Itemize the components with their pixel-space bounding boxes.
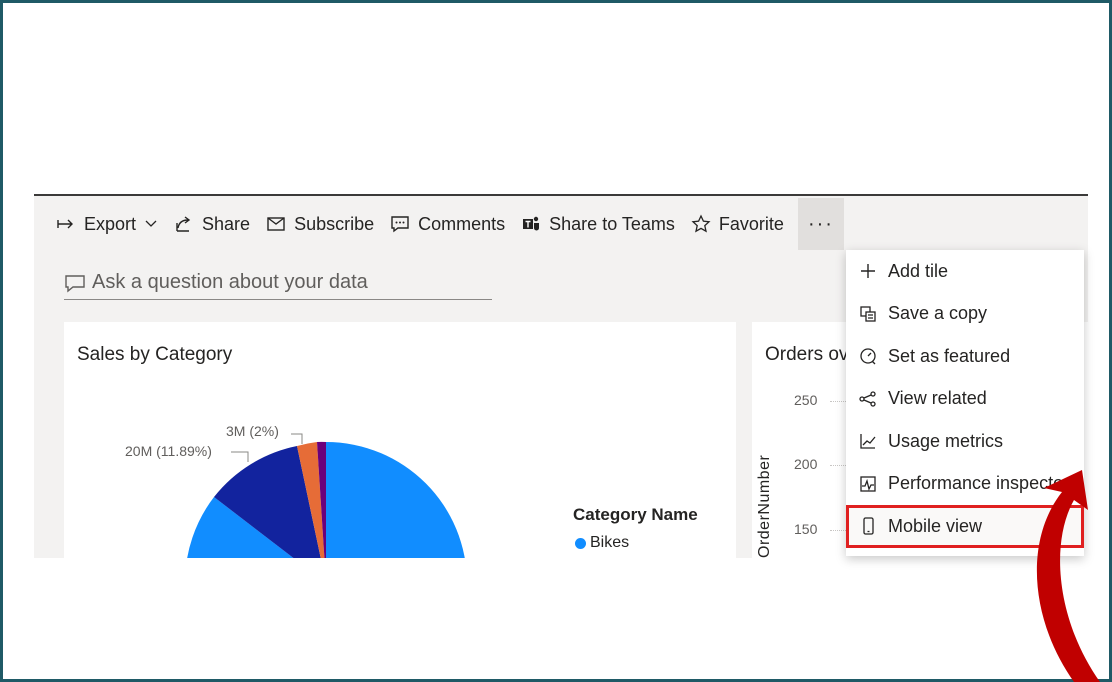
legend-item-bikes[interactable]: Bikes <box>575 534 629 552</box>
copy-icon <box>860 306 876 322</box>
share-teams-label: Share to Teams <box>549 213 675 234</box>
featured-icon <box>860 348 876 365</box>
y-tick-250: 250 <box>794 392 818 408</box>
menu-item-label: Mobile view <box>888 515 983 536</box>
share-label: Share <box>202 213 251 234</box>
menu-item-label: Set as featured <box>888 345 1011 366</box>
menu-item-add-tile[interactable]: Add tile <box>846 250 1084 293</box>
leader-line-20m <box>231 451 249 462</box>
qna-placeholder: Ask a question about your data <box>92 271 368 293</box>
data-label-3m: 3M (2%) <box>226 423 279 439</box>
related-icon <box>859 391 876 407</box>
legend-title: Category Name <box>573 505 698 524</box>
chevron-down-icon <box>145 220 157 227</box>
favorite-label: Favorite <box>718 213 784 234</box>
favorite-button[interactable]: Favorite <box>683 204 792 244</box>
performance-icon <box>860 476 876 492</box>
teams-icon <box>523 216 540 231</box>
tile-title: Orders ov <box>765 344 849 365</box>
menu-item-view-related[interactable]: View related <box>846 378 1084 421</box>
export-button[interactable]: Export <box>34 204 166 244</box>
y-tick-200: 200 <box>794 456 818 472</box>
menu-item-label: View related <box>888 388 987 409</box>
star-icon <box>691 214 711 233</box>
legend-dot <box>575 537 586 549</box>
subscribe-label: Subscribe <box>294 213 375 234</box>
y-tick-150: 150 <box>794 521 818 537</box>
comments-label: Comments <box>418 213 506 234</box>
metrics-icon <box>860 434 876 449</box>
menu-item-set-featured[interactable]: Set as featured <box>846 335 1084 378</box>
share-to-teams-button[interactable]: Share to Teams <box>513 204 683 244</box>
share-icon <box>176 216 191 232</box>
leader-line-3m <box>291 433 303 444</box>
pie-slice-bikes <box>326 442 465 558</box>
red-pointer-arrow <box>1036 470 1100 682</box>
subscribe-button[interactable]: Subscribe <box>258 204 382 244</box>
qna-input[interactable]: Ask a question about your data <box>64 266 492 300</box>
comment-icon <box>391 216 409 233</box>
menu-item-label: Usage metrics <box>888 430 1004 451</box>
mobile-icon <box>863 517 874 535</box>
data-label-20m: 20M (11.89%) <box>125 443 212 459</box>
legend-label: Bikes <box>590 534 630 551</box>
menu-item-label: Add tile <box>888 260 949 281</box>
plus-icon <box>861 264 875 279</box>
comments-button[interactable]: Comments <box>382 204 513 244</box>
menu-item-save-copy[interactable]: Save a copy <box>846 293 1084 336</box>
share-button[interactable]: Share <box>166 204 258 244</box>
export-label: Export <box>84 213 137 234</box>
action-toolbar: Export Share Subscribe Comments Share to… <box>34 196 1088 252</box>
sales-by-category-tile[interactable]: Sales by Category 3M (2%) 20M (11.89%) C… <box>64 322 736 558</box>
menu-item-usage-metrics[interactable]: Usage metrics <box>846 420 1084 463</box>
export-arrow-icon <box>57 219 73 229</box>
menu-item-label: Save a copy <box>888 303 988 324</box>
more-options-button[interactable]: ··· <box>797 198 844 250</box>
chat-bubble-icon <box>65 274 85 292</box>
mail-icon <box>267 217 285 231</box>
ellipsis-icon: ··· <box>807 212 834 235</box>
y-axis-title: OrderNumber <box>756 454 773 558</box>
